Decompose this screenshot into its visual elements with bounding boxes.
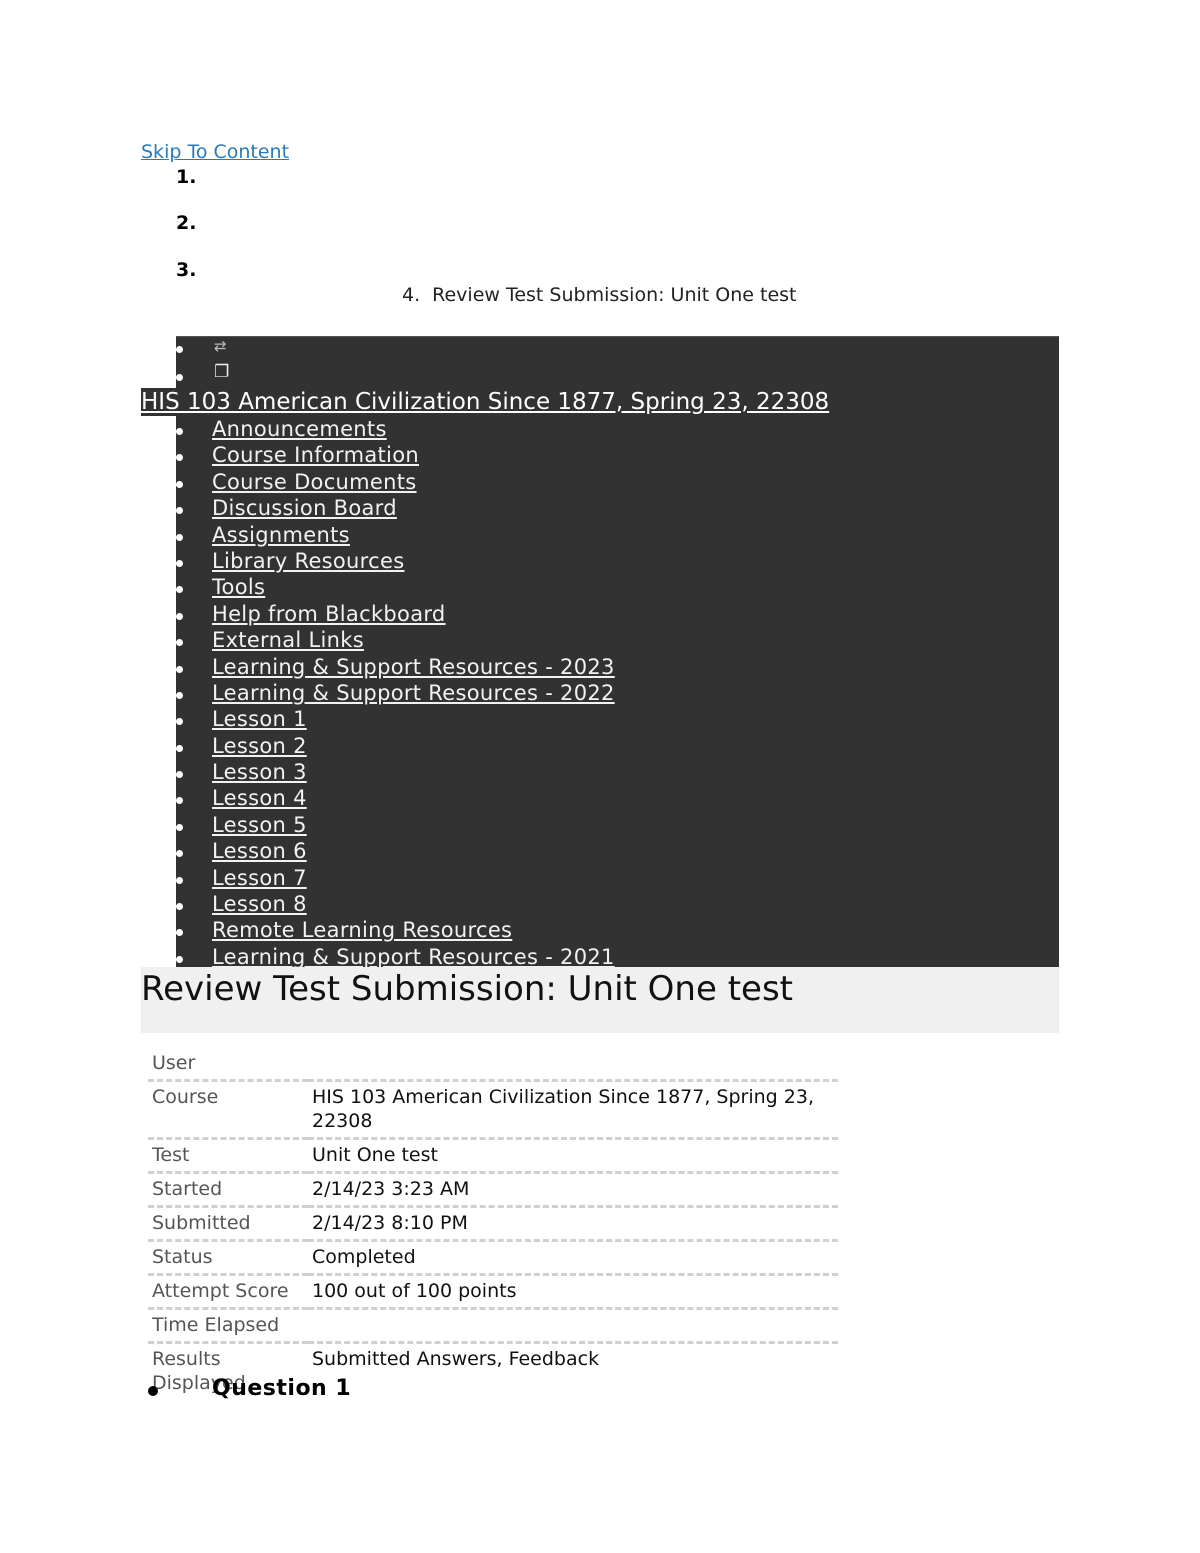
course-menu-link[interactable]: Learning & Support Resources - 2022 [212, 680, 615, 706]
details-label: Status [148, 1239, 308, 1275]
details-label: Attempt Score [148, 1273, 308, 1309]
course-menu-link[interactable]: Tools [212, 574, 265, 600]
bullet [176, 428, 183, 435]
course-menu-link[interactable]: Discussion Board [212, 495, 397, 521]
bullet [176, 903, 183, 911]
course-menu-link[interactable]: Announcements [212, 416, 387, 442]
details-label: Test [148, 1137, 308, 1173]
details-value: Submitted Answers, Feedback [308, 1341, 838, 1399]
bullet [148, 1386, 158, 1396]
bullet [176, 823, 183, 831]
details-value: Unit One test [308, 1137, 838, 1173]
bullet [176, 346, 183, 353]
page-title: Review Test Submission: Unit One test [141, 969, 793, 1009]
course-menu-link[interactable]: Lesson 4 [212, 785, 307, 811]
details-row: Attempt Score 100 out of 100 points [148, 1273, 838, 1309]
course-menu-link[interactable]: Lesson 3 [212, 759, 307, 785]
bullet [176, 559, 183, 567]
course-menu-link[interactable]: Lesson 7 [212, 865, 307, 891]
course-menu-link[interactable]: Library Resources [212, 548, 404, 574]
refresh-icon[interactable]: ⇄ [214, 337, 227, 355]
details-row: User [148, 1048, 838, 1081]
details-row: Course HIS 103 American Civilization Sinc… [148, 1079, 838, 1139]
details-value [308, 1048, 838, 1081]
details-label: Started [148, 1171, 308, 1207]
details-row: Started 2/14/23 3:23 AM [148, 1171, 838, 1207]
details-value: 2/14/23 8:10 PM [308, 1205, 838, 1241]
details-value: HIS 103 American Civilization Since 1877… [308, 1079, 838, 1139]
bullet [176, 876, 183, 884]
bullet [176, 374, 183, 381]
details-row: Time Elapsed [148, 1307, 838, 1343]
details-value: 2/14/23 3:23 AM [308, 1171, 838, 1207]
course-menu-link[interactable]: Remote Learning Resources [212, 917, 512, 943]
course-menu-link[interactable]: Course Documents [212, 469, 417, 495]
course-menu-link[interactable]: Assignments [212, 522, 350, 548]
course-menu-link[interactable]: Lesson 5 [212, 812, 307, 838]
details-row: Test Unit One test [148, 1137, 838, 1173]
course-menu-link[interactable]: Lesson 6 [212, 838, 307, 864]
bullet [176, 480, 183, 488]
windows-icon[interactable]: ❐ [214, 362, 229, 382]
details-value: 100 out of 100 points [308, 1273, 838, 1309]
course-menu-link[interactable]: Learning & Support Resources - 2023 [212, 654, 615, 680]
details-value: Completed [308, 1239, 838, 1275]
bullet [176, 665, 183, 673]
details-value [308, 1307, 838, 1343]
bullet [176, 612, 183, 620]
details-row: Submitted 2/14/23 8:10 PM [148, 1205, 838, 1241]
course-menu-link[interactable]: Course Information [212, 442, 419, 468]
breadcrumb-label: Review Test Submission: Unit One test [432, 284, 797, 306]
details-label: Submitted [148, 1205, 308, 1241]
details-label: Course [148, 1079, 308, 1139]
breadcrumb-item-1[interactable]: 1. [176, 166, 196, 188]
course-menu-link[interactable]: Learning & Support Resources - 2021 [212, 944, 615, 970]
question-label: Question 1 [212, 1376, 352, 1401]
course-menu-link[interactable]: Lesson 8 [212, 891, 307, 917]
details-label: User [152, 1052, 196, 1074]
breadcrumb-item-3[interactable]: 3. [176, 259, 196, 281]
page-header: Review Test Submission: Unit One test [141, 967, 1059, 1033]
course-menu-link[interactable]: Help from Blackboard [212, 601, 446, 627]
bullet [176, 744, 183, 752]
course-title-link[interactable]: HIS 103 American Civilization Since 1877… [141, 388, 832, 416]
skip-to-content-link[interactable]: Skip To Content [141, 141, 289, 163]
submission-details-table: User Course HIS 103 American Civilization … [148, 1048, 838, 1399]
details-row: Status Completed [148, 1239, 838, 1275]
bullet [176, 691, 183, 699]
bullet [176, 533, 183, 541]
course-menu-link[interactable]: External Links [212, 627, 364, 653]
breadcrumb-item-current: 4. Review Test Submission: Unit One test [402, 284, 797, 306]
course-menu-link[interactable]: Lesson 2 [212, 733, 307, 759]
breadcrumb-item-2[interactable]: 2. [176, 212, 196, 234]
bullet [176, 955, 183, 963]
course-menu-link[interactable]: Lesson 1 [212, 706, 307, 732]
details-label: Time Elapsed [148, 1307, 308, 1343]
breadcrumb-number: 4. [402, 284, 421, 306]
